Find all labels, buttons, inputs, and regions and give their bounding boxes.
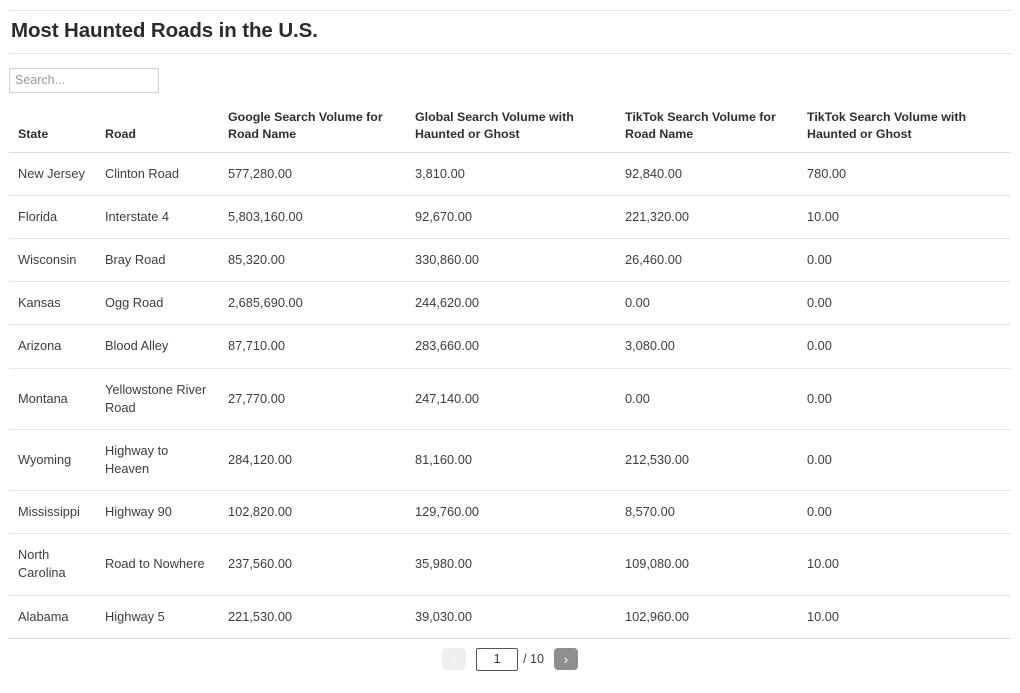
table-row: Arizona Blood Alley 87,710.00 283,660.00…: [9, 324, 1011, 369]
table-row: Alabama Highway 5 221,530.00 39,030.00 1…: [9, 595, 1011, 639]
cell-road: Highway 5: [96, 595, 219, 639]
cell-google-road: 102,820.00: [219, 490, 406, 535]
cell-tiktok-road: 8,570.00: [616, 490, 798, 535]
column-header-tiktok-search-volume-haunted-ghost[interactable]: TikTok Search Volume with Haunted or Gho…: [798, 108, 1011, 153]
cell-google-road: 27,770.00: [219, 368, 406, 430]
cell-tiktok-haunted: 0.00: [798, 324, 1011, 369]
cell-state: North Carolina: [9, 533, 96, 596]
cell-road: Bray Road: [96, 238, 219, 283]
cell-state: Wisconsin: [9, 238, 96, 283]
page-number-input[interactable]: [476, 647, 519, 671]
table-row: Wisconsin Bray Road 85,320.00 330,860.00…: [9, 238, 1011, 283]
cell-tiktok-road: 26,460.00: [616, 238, 798, 283]
table-row: New Jersey Clinton Road 577,280.00 3,810…: [9, 152, 1011, 196]
cell-global-haunted: 244,620.00: [406, 281, 616, 326]
cell-road: Ogg Road: [96, 281, 219, 326]
cell-road: Highway 90: [96, 490, 219, 535]
cell-global-haunted: 247,140.00: [406, 368, 616, 430]
table-row: Mississippi Highway 90 102,820.00 129,76…: [9, 490, 1011, 535]
cell-google-road: 577,280.00: [219, 152, 406, 196]
table-row: Florida Interstate 4 5,803,160.00 92,670…: [9, 195, 1011, 240]
cell-global-haunted: 92,670.00: [406, 195, 616, 240]
cell-global-haunted: 129,760.00: [406, 490, 616, 535]
previous-page-button[interactable]: ‹: [442, 648, 467, 671]
cell-state: Wyoming: [9, 429, 96, 492]
cell-road: Highway to Heaven: [96, 429, 219, 492]
column-header-road[interactable]: Road: [96, 108, 219, 153]
cell-state: Mississippi: [9, 490, 96, 535]
table-header-row: State Road Google Search Volume for Road…: [9, 108, 1011, 153]
column-header-tiktok-search-volume-road-name[interactable]: TikTok Search Volume for Road Name: [616, 108, 798, 153]
cell-global-haunted: 81,160.00: [406, 429, 616, 492]
page-root: Most Haunted Roads in the U.S. State Roa…: [0, 10, 1020, 693]
cell-tiktok-road: 212,530.00: [616, 429, 798, 492]
table-header: State Road Google Search Volume for Road…: [9, 108, 1011, 153]
page-selector: / 10: [476, 647, 544, 671]
cell-tiktok-road: 0.00: [616, 281, 798, 326]
total-pages-label: / 10: [523, 652, 544, 667]
cell-tiktok-haunted: 0.00: [798, 238, 1011, 283]
cell-global-haunted: 283,660.00: [406, 324, 616, 369]
cell-tiktok-haunted: 0.00: [798, 281, 1011, 326]
cell-global-haunted: 3,810.00: [406, 152, 616, 196]
cell-tiktok-road: 0.00: [616, 368, 798, 430]
cell-global-haunted: 330,860.00: [406, 238, 616, 283]
table-row: Kansas Ogg Road 2,685,690.00 244,620.00 …: [9, 281, 1011, 326]
table-row: North Carolina Road to Nowhere 237,560.0…: [9, 533, 1011, 596]
column-header-global-search-volume-haunted-ghost[interactable]: Global Search Volume with Haunted or Gho…: [406, 108, 616, 153]
cell-tiktok-road: 109,080.00: [616, 533, 798, 596]
table-row: Wyoming Highway to Heaven 284,120.00 81,…: [9, 429, 1011, 492]
column-header-google-search-volume-road-name[interactable]: Google Search Volume for Road Name: [219, 108, 406, 153]
cell-state: Montana: [9, 368, 96, 430]
cell-global-haunted: 39,030.00: [406, 595, 616, 639]
cell-state: Florida: [9, 195, 96, 240]
cell-google-road: 284,120.00: [219, 429, 406, 492]
cell-tiktok-road: 102,960.00: [616, 595, 798, 639]
cell-tiktok-haunted: 10.00: [798, 595, 1011, 639]
cell-google-road: 87,710.00: [219, 324, 406, 369]
cell-road: Road to Nowhere: [96, 533, 219, 596]
cell-tiktok-haunted: 10.00: [798, 533, 1011, 596]
cell-google-road: 2,685,690.00: [219, 281, 406, 326]
cell-road: Clinton Road: [96, 152, 219, 196]
cell-road: Yellowstone River Road: [96, 368, 219, 430]
pagination: ‹ / 10 ›: [0, 647, 1020, 671]
haunted-roads-table: State Road Google Search Volume for Road…: [9, 108, 1011, 639]
cell-road: Blood Alley: [96, 324, 219, 369]
cell-tiktok-haunted: 10.00: [798, 195, 1011, 240]
cell-state: Alabama: [9, 595, 96, 639]
table-container: State Road Google Search Volume for Road…: [0, 108, 1020, 639]
cell-global-haunted: 35,980.00: [406, 533, 616, 596]
cell-tiktok-road: 3,080.00: [616, 324, 798, 369]
cell-tiktok-road: 92,840.00: [616, 152, 798, 196]
search-row: [0, 54, 1020, 93]
page-title-bar: Most Haunted Roads in the U.S.: [9, 10, 1011, 54]
table-body: New Jersey Clinton Road 577,280.00 3,810…: [9, 152, 1011, 639]
page-title: Most Haunted Roads in the U.S.: [11, 19, 318, 42]
cell-tiktok-road: 221,320.00: [616, 195, 798, 240]
cell-road: Interstate 4: [96, 195, 219, 240]
cell-state: New Jersey: [9, 152, 96, 196]
cell-tiktok-haunted: 0.00: [798, 368, 1011, 430]
cell-tiktok-haunted: 0.00: [798, 429, 1011, 492]
cell-tiktok-haunted: 780.00: [798, 152, 1011, 196]
cell-tiktok-haunted: 0.00: [798, 490, 1011, 535]
cell-google-road: 5,803,160.00: [219, 195, 406, 240]
column-header-state[interactable]: State: [9, 108, 96, 153]
cell-google-road: 221,530.00: [219, 595, 406, 639]
cell-state: Kansas: [9, 281, 96, 326]
table-row: Montana Yellowstone River Road 27,770.00…: [9, 368, 1011, 430]
cell-state: Arizona: [9, 324, 96, 369]
next-page-button[interactable]: ›: [553, 648, 578, 671]
search-input[interactable]: [9, 67, 159, 93]
cell-google-road: 237,560.00: [219, 533, 406, 596]
cell-google-road: 85,320.00: [219, 238, 406, 283]
